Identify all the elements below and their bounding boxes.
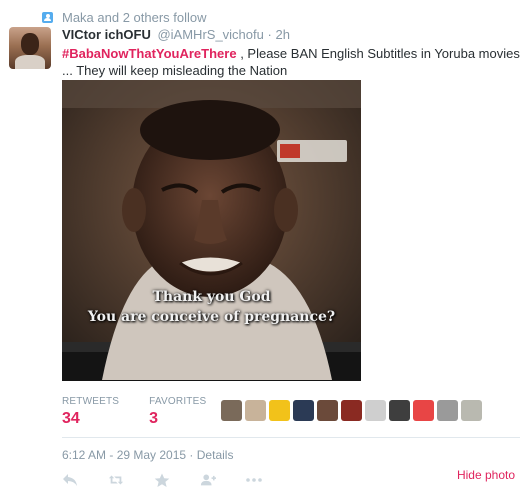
favoriter-avatar[interactable]: [293, 400, 314, 421]
favorites-stat[interactable]: FAVORITES 3: [149, 396, 206, 428]
favoriter-avatar[interactable]: [245, 400, 266, 421]
photo-caption-line1: Thank you God: [152, 289, 271, 305]
reply-icon[interactable]: [62, 472, 78, 488]
favoriter-avatar[interactable]: [341, 400, 362, 421]
retweets-count: 34: [62, 410, 80, 427]
favoriter-avatar[interactable]: [269, 400, 290, 421]
more-icon[interactable]: [246, 472, 262, 488]
divider: [62, 437, 520, 438]
tweet-time[interactable]: 2h: [275, 27, 289, 42]
tweet-timestamp-row: 6:12 AM - 29 May 2015 · Details: [62, 448, 233, 462]
favoriter-avatar[interactable]: [437, 400, 458, 421]
tweet-header: VICtor ichOFU @iAMHrS_vichofu · 2h: [62, 27, 290, 42]
hashtag-link[interactable]: #BabaNowThatYouAreThere: [62, 46, 237, 61]
time-separator: ·: [267, 27, 272, 42]
retweet-icon[interactable]: [108, 472, 124, 488]
tweet-stats: RETWEETS 34 FAVORITES 3: [62, 396, 236, 428]
follow-icon: [42, 11, 53, 23]
star-icon[interactable]: [154, 472, 170, 488]
social-context: Maka and 2 others follow: [42, 7, 207, 27]
favorites-label: FAVORITES: [149, 396, 207, 407]
favoriter-avatar[interactable]: [389, 400, 410, 421]
favoriter-avatar[interactable]: [317, 400, 338, 421]
favoriter-avatar[interactable]: [365, 400, 386, 421]
avatar[interactable]: [9, 27, 51, 69]
tweet-photo[interactable]: Thank you God You are conceive of pregna…: [62, 80, 361, 381]
favoriter-avatar[interactable]: [461, 400, 482, 421]
tweet-timestamp: 6:12 AM - 29 May 2015: [62, 448, 187, 462]
social-context-text[interactable]: Maka and 2 others follow: [62, 10, 207, 25]
retweets-stat[interactable]: RETWEETS 34: [62, 396, 119, 428]
details-separator: ·: [189, 448, 194, 462]
author-username[interactable]: @iAMHrS_vichofu: [157, 27, 263, 42]
tweet-actions: [62, 472, 292, 488]
author-fullname[interactable]: VICtor ichOFU: [62, 27, 151, 42]
favoriter-avatar[interactable]: [413, 400, 434, 421]
follow-icon[interactable]: [200, 472, 216, 488]
favoriters-avatars: [221, 400, 485, 421]
favoriter-avatar[interactable]: [221, 400, 242, 421]
hide-photo-link[interactable]: Hide photo: [457, 468, 515, 482]
retweets-label: RETWEETS: [62, 396, 120, 407]
tweet-text: #BabaNowThatYouAreThere , Please BAN Eng…: [62, 45, 520, 79]
details-link[interactable]: Details: [197, 448, 234, 462]
photo-caption-line2: You are conceive of pregnance?: [87, 309, 336, 325]
photo-image: [62, 80, 361, 381]
favorites-count: 3: [149, 410, 159, 427]
